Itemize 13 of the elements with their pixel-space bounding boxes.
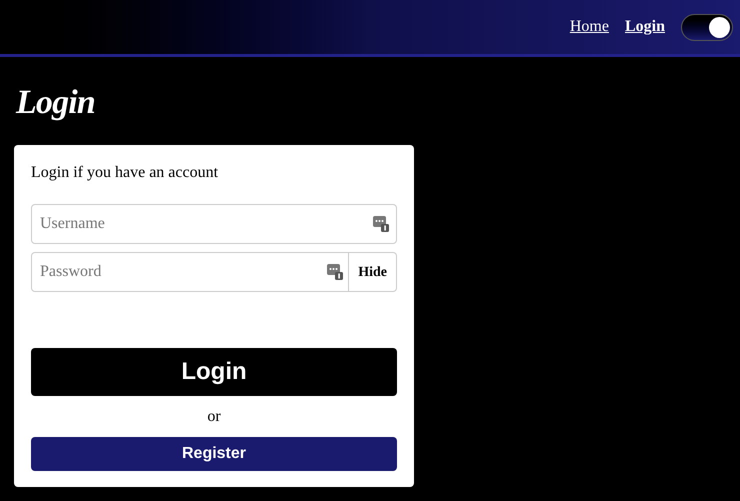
password-manager-icon[interactable]	[373, 216, 389, 232]
nav-link[interactable]: Home	[570, 15, 609, 39]
theme-toggle[interactable]	[681, 14, 733, 40]
register-button[interactable]: Register	[31, 437, 397, 471]
page-title: Login	[16, 83, 96, 123]
or-separator: or	[206, 407, 222, 427]
password-field[interactable]: Password	[31, 252, 350, 292]
hide-password-button[interactable]: Hide	[349, 252, 397, 292]
username-field[interactable]: Username	[31, 204, 397, 244]
nav-link[interactable]: Login	[624, 15, 665, 39]
login-button[interactable]: Login	[31, 348, 397, 396]
password-manager-icon[interactable]	[327, 264, 344, 280]
intro-text: Login if you have an account	[31, 163, 220, 183]
